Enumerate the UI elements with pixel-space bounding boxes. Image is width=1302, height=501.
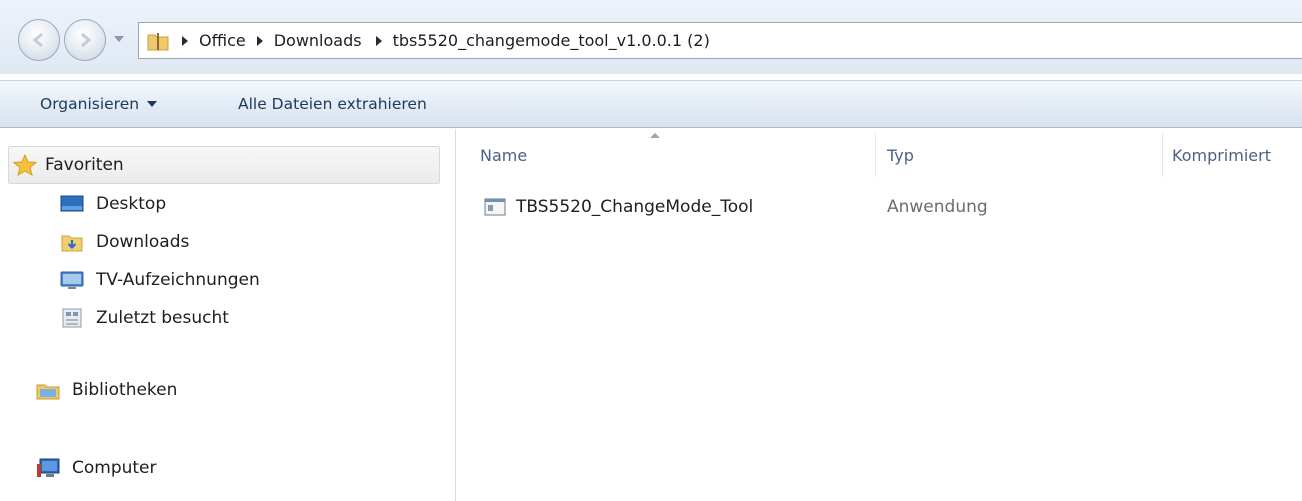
forward-button[interactable] [64,19,106,61]
organize-label: Organisieren [40,95,140,113]
file-name-cell: TBS5520_ChangeMode_Tool [484,188,753,226]
recent-places-icon [62,308,82,328]
command-bar: Organisieren Alle Dateien extrahieren [0,80,1302,128]
tv-icon [60,271,84,289]
computer-icon [37,458,60,477]
column-header-name[interactable]: Name [480,138,875,172]
sidebar-item-tv-recordings[interactable]: TV-Aufzeichnungen [60,263,260,297]
downloads-folder-icon [61,235,83,252]
address-bar[interactable]: Office Downloads tbs5520_changemode_tool… [138,22,1302,59]
back-button[interactable] [18,19,60,61]
sidebar-item-label: Desktop [96,194,167,214]
sidebar-item-label: Downloads [96,232,190,252]
star-icon [13,154,37,176]
sidebar-item-label: Computer [72,458,157,478]
column-separator[interactable] [1162,133,1163,177]
breadcrumb-office[interactable]: Office [197,31,248,50]
recent-pages-dropdown[interactable] [114,36,124,42]
organize-button[interactable]: Organisieren [40,81,158,127]
column-header-type[interactable]: Typ [887,138,1162,172]
extract-all-button[interactable]: Alle Dateien extrahieren [238,81,427,127]
sidebar-item-desktop[interactable]: Desktop [60,187,166,221]
column-header-compressed[interactable]: Komprimiert [1172,138,1302,172]
file-name: TBS5520_ChangeMode_Tool [516,197,754,217]
sidebar-item-label: Zuletzt besucht [96,308,229,328]
forward-arrow-icon [81,32,92,48]
file-type: Anwendung [887,197,988,217]
breadcrumb: Office Downloads tbs5520_changemode_tool… [177,23,712,58]
breadcrumb-separator-icon[interactable] [182,35,188,46]
breadcrumb-downloads[interactable]: Downloads [272,31,364,50]
back-arrow-icon [32,32,43,48]
sidebar-item-label: Favoriten [45,155,124,175]
pane-divider[interactable] [455,129,456,501]
folder-icon [147,33,169,51]
breadcrumb-current-folder[interactable]: tbs5520_changemode_tool_v1.0.0.1 (2) [391,31,712,50]
file-row[interactable]: TBS5520_ChangeMode_Tool Anwendung [470,188,1302,226]
desktop-icon [60,195,84,212]
sidebar-item-libraries[interactable]: Bibliotheken [36,373,177,407]
extract-all-label: Alle Dateien extrahieren [238,95,427,113]
sidebar-item-recent-places[interactable]: Zuletzt besucht [60,301,229,335]
sidebar-item-label: TV-Aufzeichnungen [96,270,260,290]
column-separator[interactable] [875,133,876,177]
chevron-down-icon [147,101,158,107]
application-icon [484,198,506,216]
breadcrumb-separator-icon[interactable] [375,35,382,46]
sidebar-item-downloads[interactable]: Downloads [60,225,189,259]
sidebar-item-label: Bibliotheken [72,380,178,400]
navigation-bar: Office Downloads tbs5520_changemode_tool… [0,0,1302,74]
libraries-icon [36,384,60,400]
sidebar-item-computer[interactable]: Computer [36,451,157,485]
breadcrumb-separator-icon[interactable] [256,35,263,46]
sidebar-item-favorites[interactable]: Favoriten [8,146,440,184]
